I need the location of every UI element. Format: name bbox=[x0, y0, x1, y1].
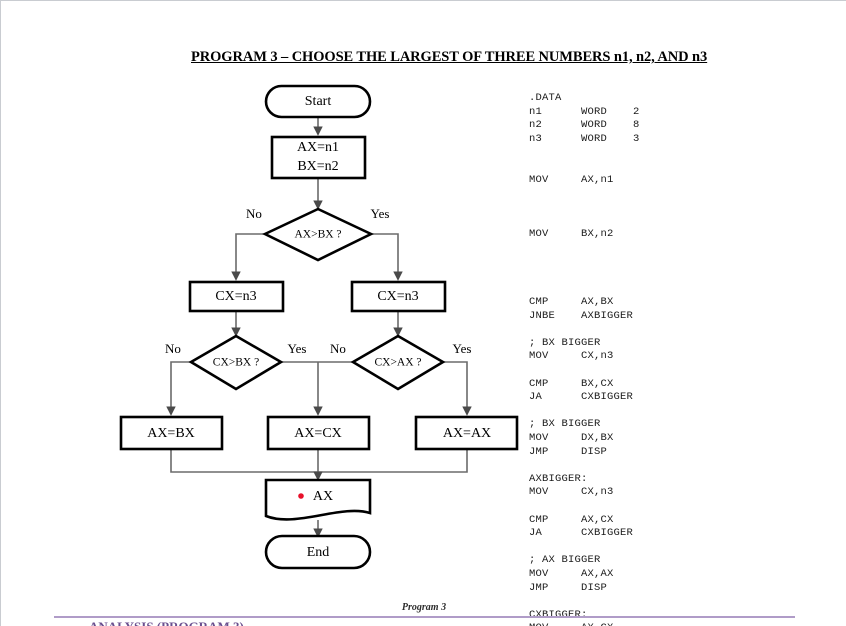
code-line: CMP BX,CX bbox=[529, 377, 614, 390]
code-line: CMP AX,CX bbox=[529, 513, 614, 526]
code-line: JMP DISP bbox=[529, 581, 608, 594]
connector-decision2-no bbox=[166, 361, 191, 416]
assembly-code-listing: .DATA n1 WORD 2 n2 WORD 8 n3 WORD 3 MOV AX,… bbox=[529, 65, 640, 626]
node-result-left-label: AX=BX bbox=[147, 426, 195, 441]
code-line: MOV CX,n3 bbox=[529, 486, 614, 499]
node-end-label: End bbox=[307, 545, 330, 560]
connector-decision1-no bbox=[231, 233, 265, 281]
node-init-label-line2: BX=n2 bbox=[297, 159, 338, 174]
next-section-heading: ANALYSIS (PROGRAM 3) bbox=[89, 619, 244, 626]
node-decision3-label: CX>AX ? bbox=[374, 357, 421, 369]
code-line: CMP AX,BX bbox=[529, 296, 614, 309]
code-line: n2 WORD 8 bbox=[529, 119, 640, 132]
code-line: MOV AX,AX bbox=[529, 567, 614, 580]
figure-caption: Program 3 bbox=[401, 602, 447, 613]
output-red-bullet-icon bbox=[298, 493, 304, 499]
node-init-label-line1: AX=n1 bbox=[297, 140, 339, 155]
node-decision-ax-gt-bx[interactable]: AX>BX ? bbox=[262, 207, 374, 262]
code-line: MOV AX,CX bbox=[529, 622, 640, 626]
connector-group bbox=[166, 117, 472, 538]
code-line: MOV AX,n1 bbox=[529, 173, 614, 186]
branch-label-decision3-no: No bbox=[330, 341, 346, 356]
branch-label-decision2-no: No bbox=[165, 341, 181, 356]
code-line: JNBE AXBIGGER bbox=[529, 309, 634, 322]
node-start[interactable]: Start bbox=[264, 84, 372, 119]
footer-divider bbox=[54, 616, 795, 618]
code-line: ; BX BIGGER bbox=[529, 336, 601, 349]
node-end[interactable]: End bbox=[264, 534, 372, 570]
code-line: n3 WORD 3 bbox=[529, 132, 640, 145]
connector-decision3-yes bbox=[443, 361, 472, 416]
document-page: PROGRAM 3 – CHOOSE THE LARGEST OF THREE … bbox=[0, 0, 846, 626]
connector-decision1-yes bbox=[371, 233, 403, 281]
flowchart-diagram: Start AX=n1 BX=n2 AX>BX ? No Yes CX=n3 C… bbox=[119, 84, 519, 570]
node-output-label: AX bbox=[313, 489, 333, 504]
node-decision1-label: AX>BX ? bbox=[294, 229, 341, 241]
code-line: MOV DX,BX bbox=[529, 432, 614, 445]
code-line: ; AX BIGGER bbox=[529, 554, 601, 567]
node-init[interactable]: AX=n1 BX=n2 bbox=[270, 135, 367, 180]
node-decision-cx-gt-bx[interactable]: CX>BX ? bbox=[188, 334, 284, 391]
code-lines-container: .DATA n1 WORD 2 n2 WORD 8 n3 WORD 3 MOV AX,… bbox=[529, 92, 640, 626]
node-result-right-label: AX=AX bbox=[443, 426, 491, 441]
node-result-ax-eq-ax[interactable]: AX=AX bbox=[414, 415, 519, 451]
code-line: JA CXBIGGER bbox=[529, 527, 634, 540]
branch-label-decision2-yes: Yes bbox=[288, 341, 307, 356]
branch-label-decision1-yes: Yes bbox=[371, 206, 390, 221]
code-line: ; BX BIGGER bbox=[529, 418, 601, 431]
branch-label-decision3-yes: Yes bbox=[453, 341, 472, 356]
branch-label-decision1-no: No bbox=[246, 206, 262, 221]
code-line: JA CXBIGGER bbox=[529, 391, 634, 404]
connector-results-merge-bus bbox=[170, 449, 468, 473]
code-line: n1 WORD 2 bbox=[529, 105, 640, 118]
node-process-left-label: CX=n3 bbox=[215, 289, 256, 304]
node-process-left-cx[interactable]: CX=n3 bbox=[188, 280, 285, 313]
code-line: MOV CX,n3 bbox=[529, 350, 614, 363]
node-decision-cx-gt-ax[interactable]: CX>AX ? bbox=[350, 334, 446, 391]
node-result-mid-label: AX=CX bbox=[294, 426, 342, 441]
node-result-ax-eq-bx[interactable]: AX=BX bbox=[119, 415, 224, 451]
node-decision2-label: CX>BX ? bbox=[213, 357, 259, 369]
node-start-label: Start bbox=[305, 94, 332, 109]
code-line: MOV BX,n2 bbox=[529, 228, 614, 241]
code-line: JMP DISP bbox=[529, 445, 608, 458]
node-process-right-cx[interactable]: CX=n3 bbox=[350, 280, 447, 313]
code-line: AXBIGGER: bbox=[529, 472, 588, 485]
code-line: .DATA bbox=[529, 92, 562, 105]
node-output-display-ax[interactable]: AX bbox=[264, 478, 372, 521]
node-process-right-label: CX=n3 bbox=[377, 289, 418, 304]
node-result-ax-eq-cx[interactable]: AX=CX bbox=[266, 415, 371, 451]
